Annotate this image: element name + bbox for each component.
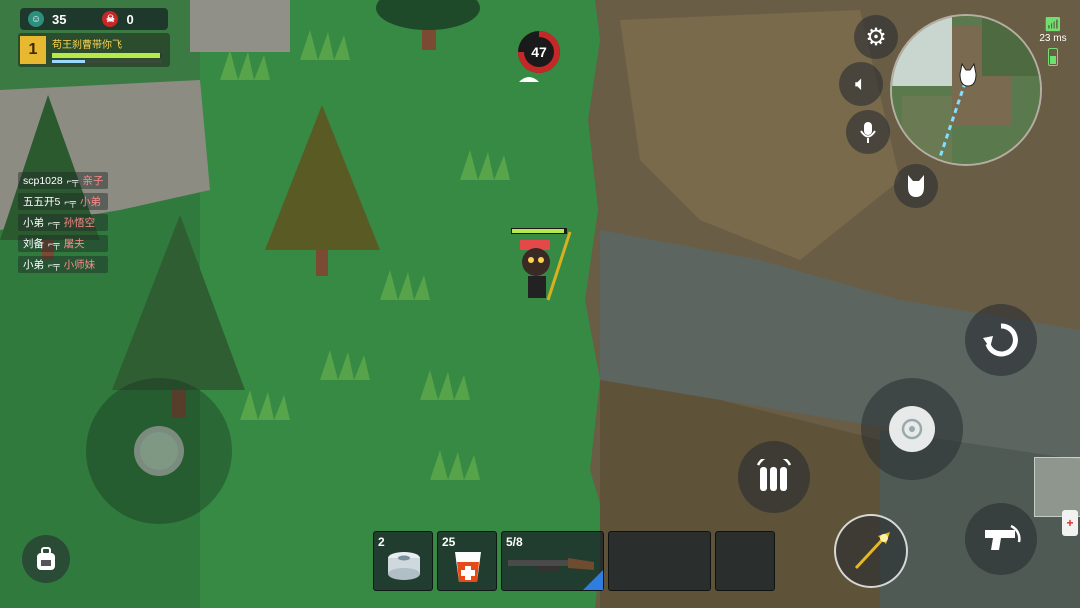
bandage-icon [388,552,420,580]
item-hotbar: 2 25 5/8 [373,531,775,591]
medkit-pickup-icon[interactable]: + [1062,510,1078,536]
kill-feed-entry: 小弟 ⌐╤ 小师妹 [18,256,109,273]
shotgun-icon [508,558,594,571]
backpack-icon [37,547,55,570]
network-status: 📶︎ 23 ms [1034,16,1072,66]
victim-name: 孙悟空 [63,217,96,229]
melee-weapon-button[interactable] [834,514,908,588]
team-rank-badge: 1 [20,36,46,64]
bandage-count: 2 [378,535,385,549]
equipped-indicator-icon [583,570,603,590]
backpack-button[interactable] [22,535,70,583]
kill-count: 0 [126,11,134,27]
golden-staff-icon [854,532,890,570]
switch-weapon-button[interactable] [965,503,1037,575]
kill-feed-entry: 刘备 ⌐╤ 屠夫 [18,235,109,252]
kill-feed-entry: 小弟 ⌐╤ 孙悟空 [18,214,109,231]
emote-button[interactable] [894,164,938,208]
ping-value: 23 ms [1039,33,1067,44]
killer-name: 小弟 [23,217,44,229]
battery-icon [1048,48,1058,66]
gun-icon: ⌐╤ [64,196,76,207]
killer-name: 小弟 [23,259,44,271]
team-status-panel: 1 苟王刹曹带你飞 [18,33,170,67]
zone-timer-value: 47 [531,44,547,60]
zone-direction-icon [519,77,539,82]
gun-icon: ⌐╤ [48,238,60,249]
hotbar-slot-medkit[interactable]: 25 [437,531,497,591]
reload-button[interactable] [965,304,1037,376]
victim-name: 小弟 [79,196,101,208]
loot-item[interactable] [1034,457,1080,517]
ammo-count: 5/8 [506,535,523,549]
skull-icon: ☠ [102,11,119,27]
hotbar-slot-empty[interactable] [608,531,711,591]
gear-icon: ⚙ [865,23,887,51]
movement-joystick[interactable] [86,378,232,524]
microphone-icon [860,122,876,143]
speaker-icon: 🔈︎ [855,72,867,95]
rotate-icon [983,323,1018,357]
hotbar-slot-shotgun[interactable]: 5/8 [501,531,604,591]
gun-icon: ⌐╤ [48,259,60,270]
wifi-icon: 📶︎ [1044,16,1062,32]
minimap[interactable] [890,14,1042,166]
zone-timer: 47 [516,29,562,82]
hotbar-slot-bandage[interactable]: 2 [373,531,433,591]
killer-name: 五五开5 [23,196,61,208]
players-alive-icon: ☺ [28,11,44,27]
kill-feed-entry: 五五开5 ⌐╤ 小弟 [18,193,109,210]
ammo-swap-button[interactable] [738,441,810,513]
victim-name: 亲子 [82,175,104,187]
microphone-button[interactable] [846,110,890,154]
match-counters: ☺ 35 ☠ 0 [20,8,168,30]
settings-button[interactable]: ⚙ [854,15,898,59]
pistol-icon [985,524,1021,550]
fire-button[interactable] [861,378,963,480]
speaker-button[interactable]: 🔈︎ [839,62,883,106]
joystick-knob[interactable] [134,426,184,476]
killer-name: scp1028 [23,174,63,187]
cat-icon [908,175,924,197]
team-health-bar [52,53,162,58]
victim-name: 小师妹 [63,259,96,271]
kill-feed-entry: scp1028 ⌐╤ 亲子 [18,172,109,189]
gun-icon: ⌐╤ [48,217,60,228]
alive-count: 35 [52,11,67,27]
team-armor-bar [52,60,162,63]
crosshair-icon [901,418,923,440]
kill-feed: scp1028 ⌐╤ 亲子 五五开5 ⌐╤ 小弟 小弟 ⌐╤ 孙悟空 刘备 ⌐╤ 屠夫 小弟 ⌐╤ 小师妹 [18,172,109,277]
bullets-icon [756,459,792,491]
victim-name: 屠夫 [63,238,85,250]
medkit-drink-icon [455,552,481,582]
team-name: 苟王刹曹带你飞 [52,40,122,51]
gun-icon: ⌐╤ [66,175,79,186]
hotbar-slot-empty[interactable] [715,531,775,591]
medkit-count: 25 [442,535,456,549]
killer-name: 刘备 [23,238,44,250]
